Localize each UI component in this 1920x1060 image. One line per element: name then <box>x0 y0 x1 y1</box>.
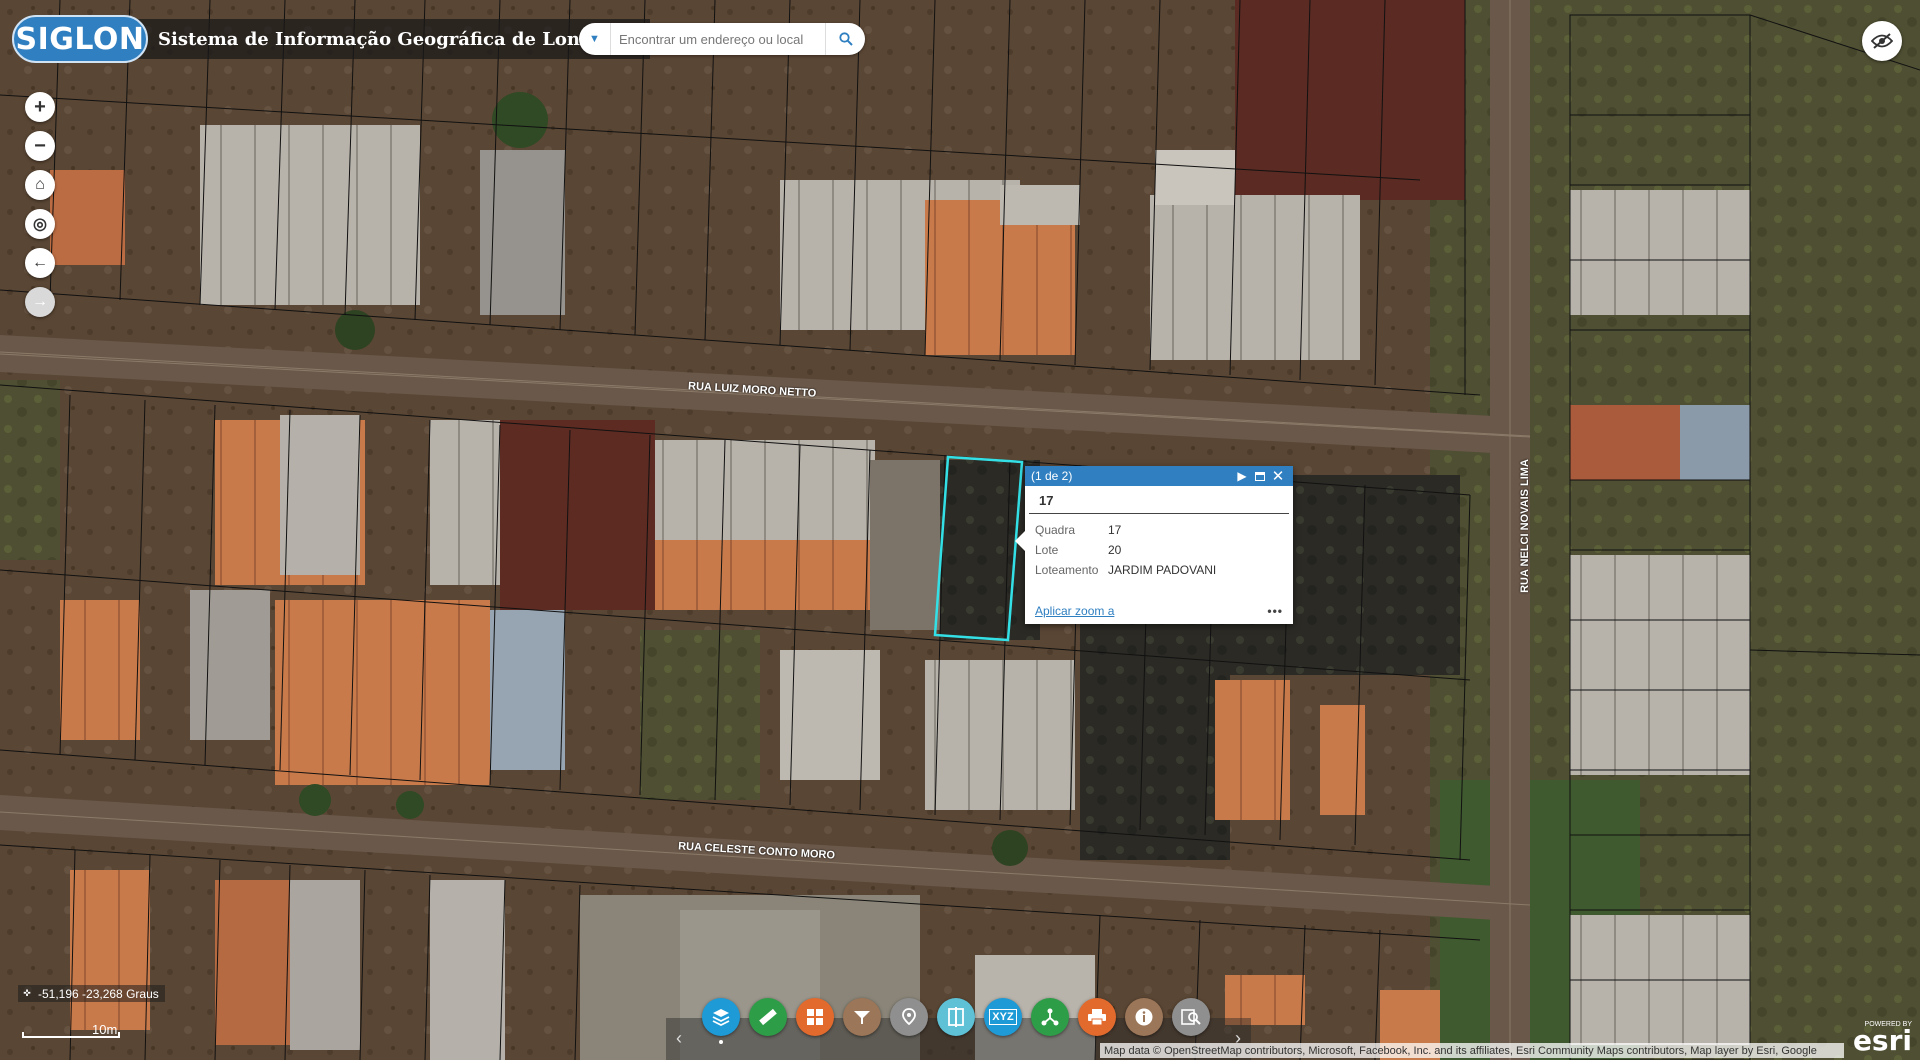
attr-row-quadra: Quadra 17 <box>1035 520 1216 540</box>
swipe-button[interactable] <box>937 998 975 1036</box>
layers-button[interactable] <box>702 998 740 1044</box>
share-icon <box>1041 1008 1059 1026</box>
popup-maximize-button[interactable] <box>1251 467 1269 485</box>
search-widget: ▼ <box>579 23 865 55</box>
toolbar-tools: XYZ <box>702 998 1210 1044</box>
xyz-coordinate-icon: XYZ <box>989 1009 1017 1025</box>
app-header: SIGLON Sistema de Informação Geográfica … <box>12 15 650 63</box>
attr-row-loteamento: Loteamento JARDIM PADOVANI <box>1035 560 1216 580</box>
search-input[interactable] <box>611 24 811 54</box>
attr-value: JARDIM PADOVANI <box>1108 563 1217 577</box>
query-icon <box>1181 1009 1201 1025</box>
share-button[interactable] <box>1031 998 1069 1036</box>
crosshair-icon: ✜ <box>23 988 31 998</box>
location-icon <box>902 1008 916 1026</box>
esri-logo: POWERED BY esri <box>1852 1021 1912 1055</box>
play-icon: ▶ <box>1237 469 1247 483</box>
basemap-gallery-button[interactable] <box>796 998 834 1036</box>
chevron-down-icon: ▼ <box>589 33 600 45</box>
attr-value: 17 <box>1108 523 1122 537</box>
map-navigation-controls: + − ⌂ ◎ ← → <box>25 92 55 317</box>
measure-button[interactable] <box>749 998 787 1036</box>
coordinate-readout[interactable]: ✜ -51,196 -23,268 Graus <box>18 985 165 1002</box>
search-icon <box>838 32 853 46</box>
minus-icon: − <box>34 134 46 157</box>
attr-label: Loteamento <box>1035 563 1099 577</box>
swipe-icon <box>948 1007 964 1027</box>
scale-bar: 10m <box>22 1022 120 1038</box>
popup-attributes: Quadra 17 Lote 20 Loteamento JARDIM PADOVAN… <box>1035 520 1216 580</box>
info-button[interactable] <box>1125 998 1163 1036</box>
info-icon <box>1135 1008 1153 1026</box>
aerial-imagery <box>0 0 1920 1060</box>
print-button[interactable] <box>1078 998 1116 1036</box>
locate-icon: ◎ <box>33 216 47 233</box>
siglon-logo: SIGLON <box>12 15 148 63</box>
previous-extent-button[interactable]: ← <box>25 248 55 278</box>
search-button[interactable] <box>825 23 865 55</box>
toggle-visibility-button[interactable] <box>1862 21 1902 61</box>
attr-label: Quadra <box>1035 523 1076 537</box>
zoom-out-button[interactable]: − <box>25 131 55 161</box>
attr-row-lote: Lote 20 <box>1035 540 1216 560</box>
esri-name: esri <box>1852 1024 1912 1057</box>
feature-popup: (1 de 2) ▶ ✕ 17 Quadra 17 Lote 20 Loteamen… <box>1015 466 1293 624</box>
attr-label: Lote <box>1035 543 1059 557</box>
street-label-nelci-novais-lima: RUA NELCI NOVAIS LIMA <box>1518 459 1531 593</box>
map-view[interactable]: RUA LUIZ MORO NETTO RUA CELESTE CONTO MO… <box>0 0 1920 1060</box>
popup-header: (1 de 2) ▶ ✕ <box>1025 466 1293 486</box>
filter-icon <box>854 1011 870 1024</box>
attr-value: 20 <box>1108 543 1122 557</box>
popup-title: 17 <box>1029 486 1289 514</box>
close-icon: ✕ <box>1271 468 1285 485</box>
active-indicator <box>719 1040 723 1044</box>
filter-button[interactable] <box>843 998 881 1036</box>
maximize-icon <box>1255 471 1265 481</box>
arrow-left-icon: ← <box>32 254 48 271</box>
layers-icon <box>712 1009 730 1027</box>
measure-icon <box>759 1008 777 1026</box>
xyz-coordinate-button[interactable]: XYZ <box>984 998 1022 1036</box>
popup-feature-count: (1 de 2) <box>1031 469 1073 483</box>
search-source-dropdown[interactable]: ▼ <box>579 23 611 55</box>
zoom-in-button[interactable]: + <box>25 92 55 122</box>
popup-close-button[interactable]: ✕ <box>1269 467 1287 485</box>
popup-next-button[interactable]: ▶ <box>1233 467 1251 485</box>
plus-icon: + <box>34 95 46 118</box>
eye-slash-icon <box>1871 33 1893 49</box>
query-button[interactable] <box>1172 998 1210 1036</box>
map-attribution[interactable]: Map data © OpenStreetMap contributors, M… <box>1100 1043 1844 1058</box>
app-title: Sistema de Informação Geográfica de Lond… <box>132 19 650 59</box>
popup-footer: Aplicar zoom a ••• <box>1035 604 1283 618</box>
coordinate-text: -51,196 -23,268 Graus <box>38 986 159 1001</box>
chevron-left-icon: ‹ <box>676 1028 682 1048</box>
locate-button[interactable]: ◎ <box>25 209 55 239</box>
zoom-to-link[interactable]: Aplicar zoom a <box>1035 604 1114 618</box>
next-extent-button[interactable]: → <box>25 287 55 317</box>
arrow-right-icon: → <box>32 293 48 310</box>
basemap-gallery-icon <box>807 1009 823 1025</box>
home-icon: ⌂ <box>35 176 45 193</box>
print-icon <box>1088 1009 1106 1026</box>
location-button[interactable] <box>890 998 928 1036</box>
toolbar-prev-button[interactable]: ‹ <box>676 1028 682 1049</box>
home-button[interactable]: ⌂ <box>25 170 55 200</box>
scale-line <box>22 1032 120 1038</box>
more-actions-button[interactable]: ••• <box>1267 604 1283 618</box>
